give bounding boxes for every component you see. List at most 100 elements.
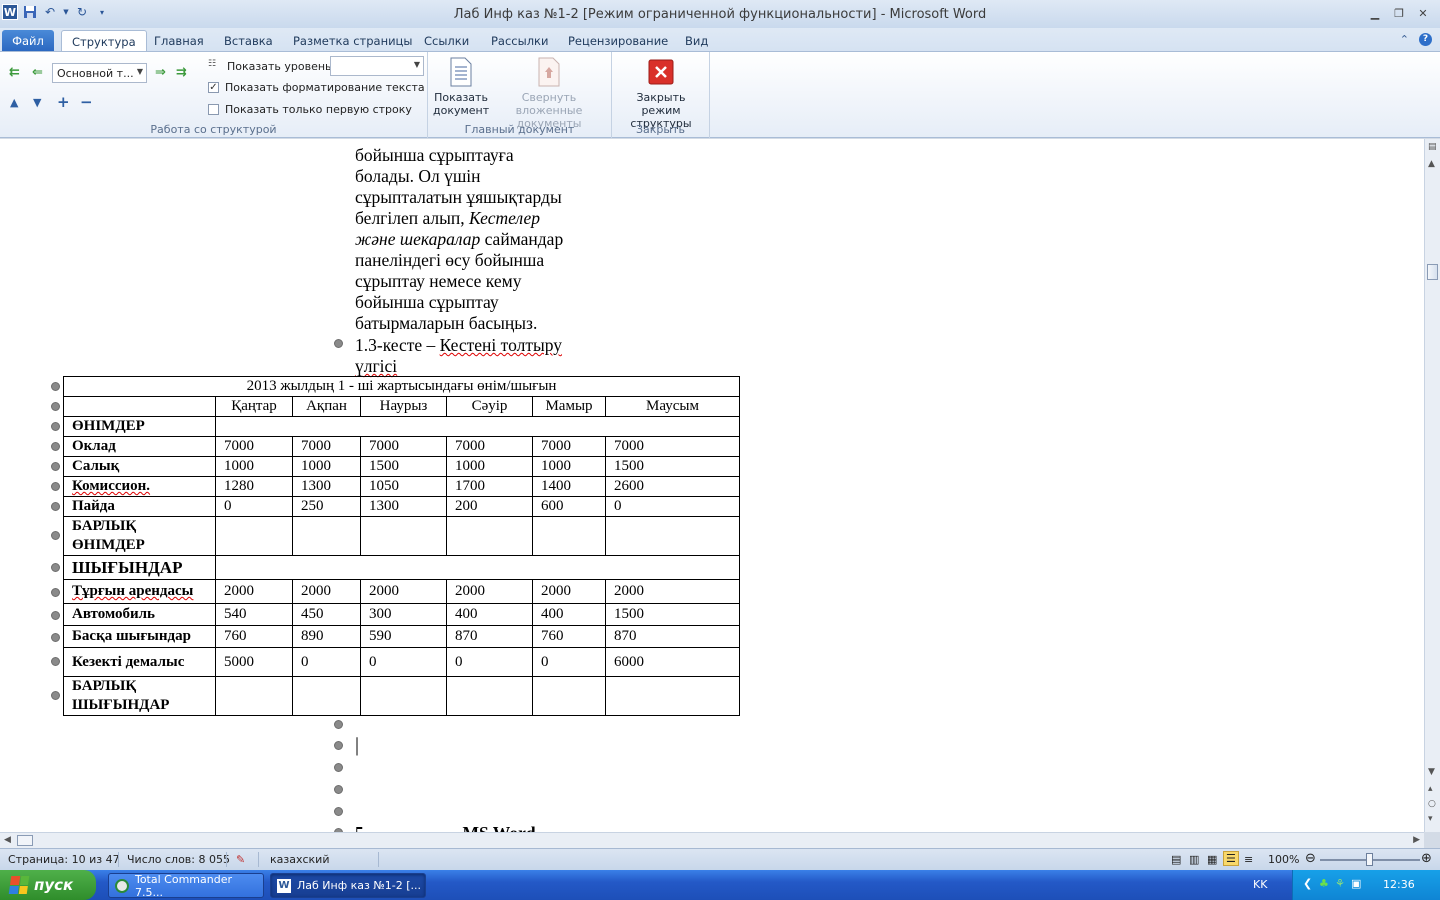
move-up-icon[interactable]: ▲ bbox=[10, 96, 18, 109]
tab-insert[interactable]: Вставка bbox=[214, 30, 283, 52]
document-area[interactable]: бойынша сұрыптауға болады. Ол үшін сұрып… bbox=[0, 139, 1424, 832]
table-title: 2013 жылдың 1 - ші жартысындағы өнім/шығ… bbox=[63, 376, 740, 397]
subdocument-icon bbox=[535, 56, 563, 88]
outline-bullet-icon[interactable] bbox=[51, 611, 60, 620]
zoom-level[interactable]: 100% bbox=[1268, 853, 1299, 866]
show-document-button[interactable]: Показать документ bbox=[432, 56, 490, 117]
show-formatting-checkbox[interactable]: ✓ Показать форматирование текста bbox=[208, 81, 425, 94]
word-count[interactable]: Число слов: 8 055 bbox=[127, 853, 230, 866]
outline-tools-group: ⇇ ⇐ Основной т... ▼ ⇒ ⇉ ▲ ▼ + − ☷ Показа… bbox=[0, 52, 428, 138]
first-line-only-checkbox[interactable]: Показать только первую строку bbox=[208, 103, 412, 116]
ruler-toggle-icon[interactable]: ▤ bbox=[1428, 142, 1437, 152]
tray-app-icon[interactable]: ♣ bbox=[1319, 877, 1329, 890]
close-group-label: Закрыть bbox=[636, 123, 685, 136]
outline-bullet-icon[interactable] bbox=[51, 402, 60, 411]
tray-monitor-icon[interactable]: ▣ bbox=[1351, 877, 1361, 890]
outline-bullet-icon[interactable] bbox=[51, 531, 60, 540]
tab-mailings[interactable]: Рассылки bbox=[481, 30, 558, 52]
zoom-in-icon[interactable]: ⊕ bbox=[1421, 851, 1432, 866]
scroll-left-icon[interactable]: ◀ bbox=[4, 835, 11, 845]
next-page-icon[interactable]: ▾ bbox=[1428, 814, 1433, 824]
hscrollbar-thumb[interactable] bbox=[17, 835, 33, 846]
full-screen-reading-icon[interactable]: ▥ bbox=[1189, 853, 1199, 866]
outline-view-icon[interactable]: ☰ bbox=[1223, 851, 1239, 866]
outline-bullet-icon[interactable] bbox=[51, 657, 60, 666]
outline-bullet-icon[interactable] bbox=[51, 422, 60, 431]
chevron-down-icon: ▼ bbox=[413, 60, 420, 69]
demote-to-body-icon[interactable]: ⇉ bbox=[176, 65, 187, 80]
tray-arrow-icon[interactable]: ❮ bbox=[1303, 877, 1312, 890]
expand-icon[interactable]: + bbox=[57, 93, 70, 111]
outline-bullet-icon[interactable] bbox=[51, 482, 60, 491]
scrollbar-thumb[interactable] bbox=[1427, 264, 1438, 280]
outline-bullet-icon[interactable] bbox=[51, 462, 60, 471]
close-outline-view-button[interactable]: Закрыть режим структуры bbox=[616, 56, 706, 130]
tab-file[interactable]: Файл bbox=[2, 30, 54, 52]
clock[interactable]: 12:36 bbox=[1383, 878, 1415, 891]
system-tray: KK ❮ ♣ ⚘ ▣ 12:36 bbox=[1253, 870, 1440, 900]
outline-bullet-icon[interactable] bbox=[51, 563, 60, 572]
tab-outline[interactable]: Структура bbox=[61, 30, 147, 53]
language-indicator[interactable]: казахский bbox=[270, 853, 329, 866]
outline-bullet-icon[interactable] bbox=[51, 588, 60, 597]
start-button[interactable]: пуск bbox=[0, 870, 96, 900]
promote-to-heading1-icon[interactable]: ⇇ bbox=[9, 65, 20, 80]
browse-object-icon[interactable]: ○ bbox=[1428, 799, 1436, 809]
tray-network-icon[interactable]: ⚘ bbox=[1335, 877, 1345, 890]
print-layout-icon[interactable]: ▤ bbox=[1171, 853, 1181, 866]
table-row: БАРЛЫҚ ШЫҒЫНДАР bbox=[63, 676, 740, 716]
minimize-ribbon-icon[interactable]: ⌃ bbox=[1400, 33, 1409, 46]
outline-bullet-icon[interactable] bbox=[334, 785, 343, 794]
promote-icon[interactable]: ⇐ bbox=[32, 65, 43, 80]
outline-bullet-icon[interactable] bbox=[51, 502, 60, 511]
outline-bullet-icon[interactable] bbox=[334, 763, 343, 772]
restore-icon[interactable]: ❐ bbox=[1388, 4, 1410, 22]
master-document-group: Показать документ Свернуть вложенные док… bbox=[428, 52, 612, 138]
page-indicator[interactable]: Страница: 10 из 47 bbox=[8, 853, 120, 866]
demote-icon[interactable]: ⇒ bbox=[155, 65, 166, 80]
outline-bullet-icon[interactable] bbox=[334, 741, 343, 750]
language-bar[interactable]: KK bbox=[1253, 878, 1267, 891]
scroll-up-icon[interactable]: ▲ bbox=[1428, 159, 1435, 169]
outline-level-select[interactable]: Основной т... ▼ bbox=[52, 63, 147, 83]
taskbar-item-word[interactable]: W Лаб Инф каз №1-2 [... bbox=[270, 873, 426, 898]
outline-bullet-icon[interactable] bbox=[51, 633, 60, 642]
close-window-icon[interactable]: ✕ bbox=[1412, 4, 1434, 22]
vertical-scrollbar[interactable]: ▤ ▲ ▼ ▴ ○ ▾ bbox=[1424, 139, 1440, 832]
tab-view[interactable]: Вид bbox=[675, 30, 718, 52]
tab-review[interactable]: Рецензирование bbox=[558, 30, 678, 52]
outline-bullet-icon[interactable] bbox=[51, 382, 60, 391]
outline-level-icon: ☷ bbox=[208, 59, 217, 69]
scroll-right-icon[interactable]: ▶ bbox=[1413, 835, 1420, 845]
table-row: БАРЛЫҚ ӨНІМДЕР bbox=[63, 516, 740, 556]
proofing-icon[interactable]: ✎ bbox=[236, 853, 245, 866]
tab-page-layout[interactable]: Разметка страницы bbox=[283, 30, 422, 52]
move-down-icon[interactable]: ▼ bbox=[33, 96, 41, 109]
doc-line: панеліндегі өсу бойынша bbox=[355, 250, 545, 270]
close-red-icon bbox=[647, 56, 675, 88]
zoom-out-icon[interactable]: ⊖ bbox=[1305, 851, 1316, 866]
horizontal-scrollbar[interactable]: ◀ ▶ bbox=[0, 832, 1424, 848]
table-caption: 1.3-кесте – Кестені толтыру bbox=[355, 335, 562, 355]
table-row: Комиссион. 1280 1300 1050 1700 1400 2600 bbox=[63, 476, 740, 497]
doc-line: белгілеп алып, Кестелер bbox=[355, 208, 541, 228]
collapse-icon[interactable]: − bbox=[80, 93, 93, 111]
table-header-cell: Наурыз bbox=[360, 396, 447, 417]
outline-bullet-icon[interactable] bbox=[334, 339, 343, 348]
scroll-down-icon[interactable]: ▼ bbox=[1428, 767, 1435, 777]
outline-bullet-icon[interactable] bbox=[51, 442, 60, 451]
prev-page-icon[interactable]: ▴ bbox=[1428, 784, 1433, 794]
taskbar-item-total-commander[interactable]: Total Commander 7.5... bbox=[108, 873, 264, 899]
tab-home[interactable]: Главная bbox=[144, 30, 214, 52]
zoom-slider-thumb[interactable] bbox=[1366, 853, 1373, 866]
outline-bullet-icon[interactable] bbox=[334, 720, 343, 729]
tab-references[interactable]: Ссылки bbox=[414, 30, 479, 52]
web-layout-icon[interactable]: ▦ bbox=[1207, 853, 1217, 866]
table-header-cell: Маусым bbox=[605, 396, 740, 417]
help-icon[interactable]: ? bbox=[1419, 33, 1432, 46]
outline-bullet-icon[interactable] bbox=[334, 807, 343, 816]
draft-view-icon[interactable]: ≡ bbox=[1244, 853, 1253, 866]
show-level-select[interactable]: ▼ bbox=[330, 56, 424, 76]
outline-bullet-icon[interactable] bbox=[51, 691, 60, 700]
minimize-icon[interactable]: ▁ bbox=[1364, 4, 1386, 22]
